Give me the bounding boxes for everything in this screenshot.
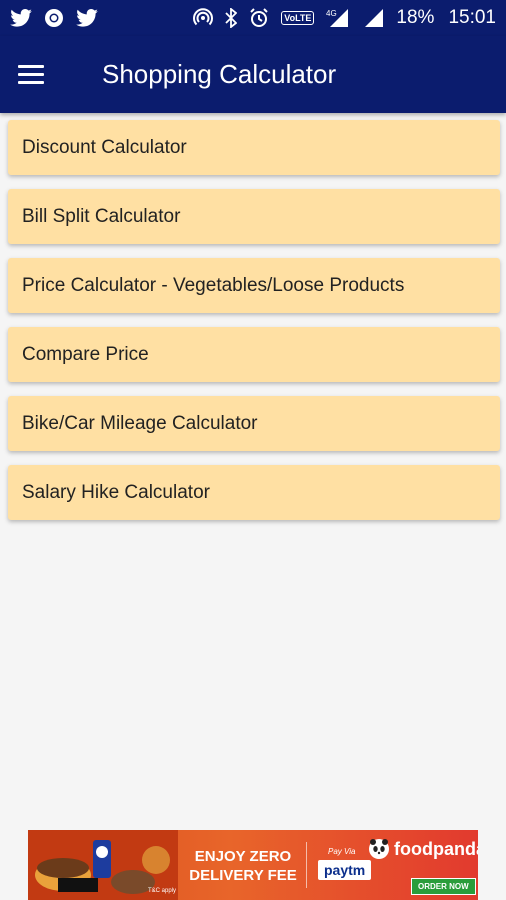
status-bar: VoLTE 4G 18% 15:01 <box>0 0 506 36</box>
twitter-icon <box>10 9 32 27</box>
list-item-compare-price[interactable]: Compare Price <box>8 327 500 382</box>
list-item-salary-hike-calculator[interactable]: Salary Hike Calculator <box>8 465 500 520</box>
signal-icon: 4G <box>326 9 349 27</box>
calculator-list: Discount Calculator Bill Split Calculato… <box>8 120 500 534</box>
clock: 15:01 <box>448 7 496 28</box>
list-item-discount-calculator[interactable]: Discount Calculator <box>8 120 500 175</box>
volte-icon: VoLTE <box>281 11 315 25</box>
notification-icons <box>10 8 98 28</box>
list-item-mileage-calculator[interactable]: Bike/Car Mileage Calculator <box>8 396 500 451</box>
alarm-icon <box>250 8 268 27</box>
list-item-bill-split-calculator[interactable]: Bill Split Calculator <box>8 189 500 244</box>
page-title: Shopping Calculator <box>102 59 337 89</box>
order-now-button[interactable]: ORDER NOW <box>411 878 476 895</box>
foodpanda-logo: foodpanda <box>368 838 478 860</box>
brand-name: foodpanda <box>394 838 478 859</box>
system-icons: VoLTE 4G 18% 15:01 <box>193 7 496 29</box>
signal-icon <box>365 9 384 27</box>
battery-percent: 18% <box>396 7 435 28</box>
bluetooth-icon <box>225 8 238 28</box>
paytm-logo: paytm <box>318 860 372 880</box>
hotspot-icon <box>193 8 214 26</box>
ad-headline: ENJOY ZERO DELIVERY FEE <box>188 847 298 885</box>
list-item-price-calculator[interactable]: Price Calculator - Vegetables/Loose Prod… <box>8 258 500 313</box>
panda-icon <box>369 839 389 859</box>
app-bar: Shopping Calculator <box>0 36 506 113</box>
ad-pay-via: Pay Via <box>328 847 356 856</box>
ad-headline-line2: DELIVERY FEE <box>189 867 297 884</box>
ad-banner[interactable]: ENJOY ZERO DELIVERY FEE Pay Via paytm fo… <box>28 830 478 900</box>
ad-divider <box>306 842 307 888</box>
twitter-icon <box>76 9 98 27</box>
terms-text: T&C apply <box>148 888 177 894</box>
hamburger-menu-icon[interactable] <box>18 53 62 97</box>
network-type-label: 4G <box>326 9 337 18</box>
ad-headline-line1: ENJOY ZERO <box>194 848 292 865</box>
chrome-icon <box>45 9 63 27</box>
